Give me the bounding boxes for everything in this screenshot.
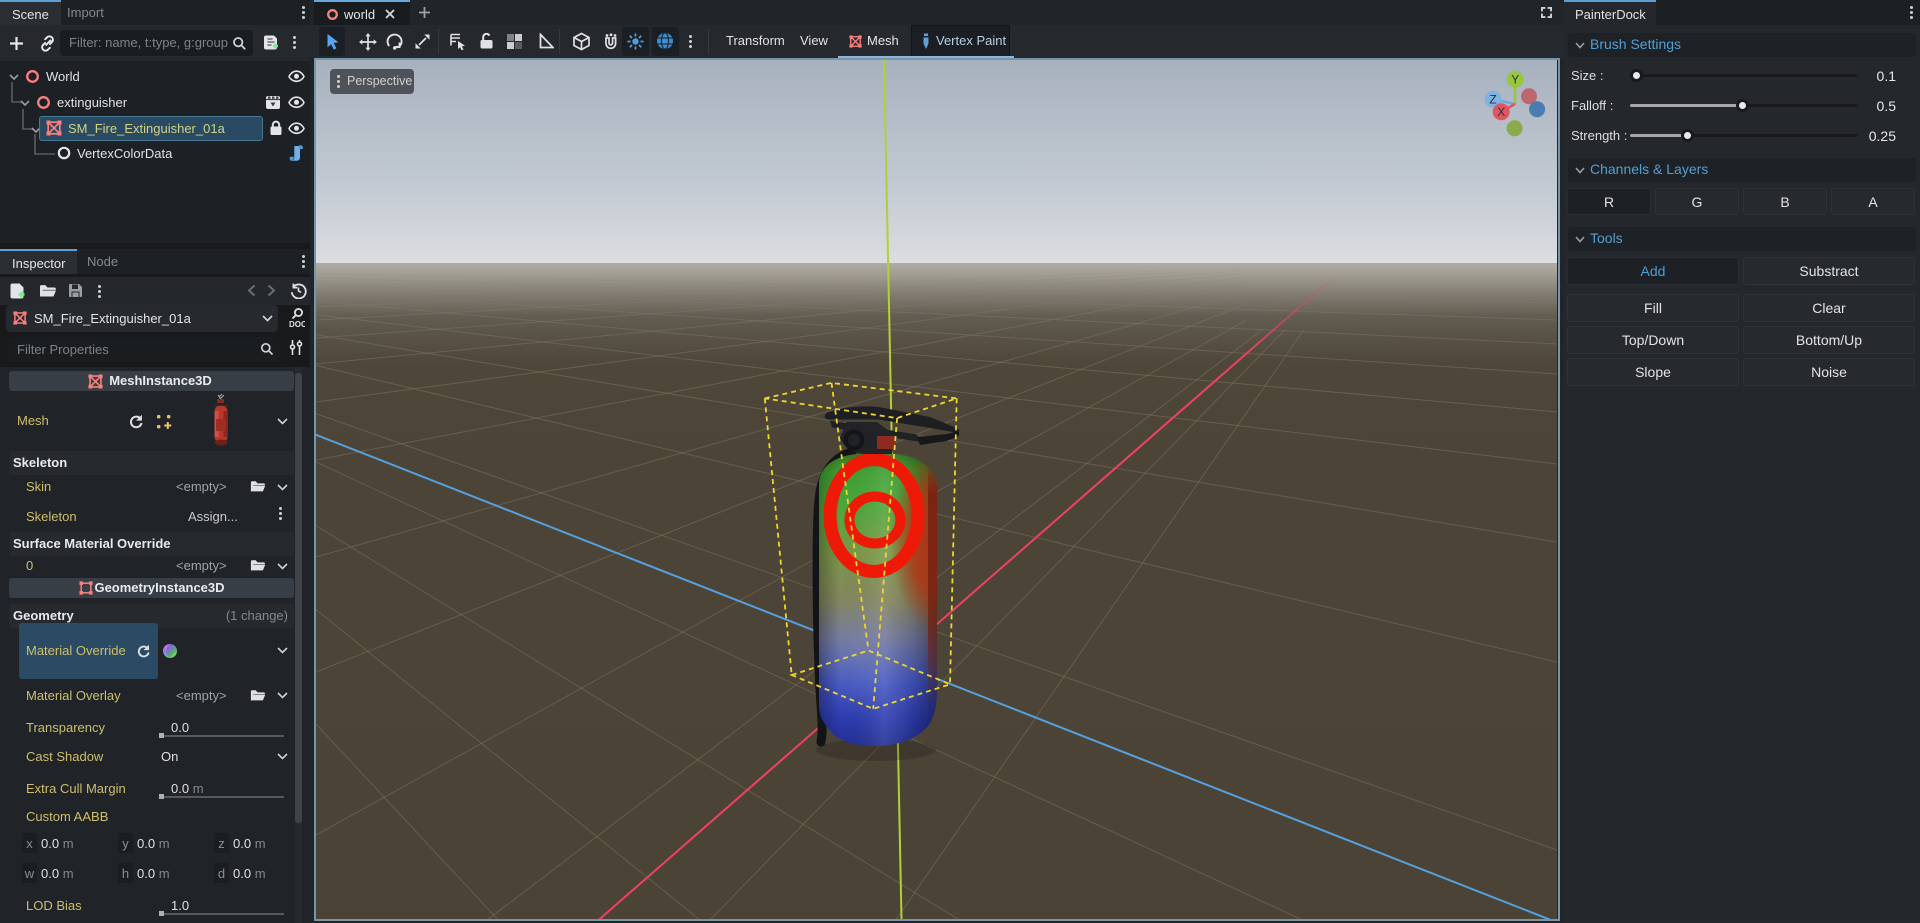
svg-text:DOC: DOC <box>289 320 305 329</box>
svg-text:Y: Y <box>1511 73 1519 87</box>
svg-text:X: X <box>1497 105 1505 119</box>
svg-text:Z: Z <box>1489 93 1496 107</box>
